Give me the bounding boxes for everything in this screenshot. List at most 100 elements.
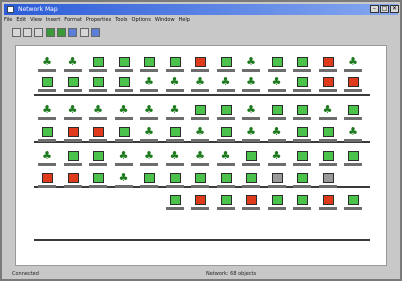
- network-node[interactable]: [267, 56, 286, 76]
- network-node[interactable]: [216, 172, 235, 192]
- menu-item-format[interactable]: Format: [64, 17, 82, 23]
- disconnect-icon[interactable]: [68, 28, 77, 37]
- network-node[interactable]: [293, 56, 311, 76]
- menu-item-properties[interactable]: Properties: [86, 17, 111, 23]
- zoom-icon[interactable]: [80, 28, 89, 37]
- network-node[interactable]: [140, 56, 158, 76]
- network-node[interactable]: ♣: [114, 150, 133, 170]
- refresh-icon[interactable]: [91, 28, 100, 37]
- print-icon[interactable]: [46, 28, 55, 37]
- new-icon[interactable]: [12, 28, 21, 37]
- network-node[interactable]: ♣: [38, 104, 56, 124]
- network-node[interactable]: [344, 104, 362, 124]
- network-node[interactable]: ♣: [114, 104, 133, 124]
- network-node[interactable]: [318, 56, 337, 76]
- network-node[interactable]: [89, 150, 107, 170]
- network-node[interactable]: ♣: [344, 56, 362, 76]
- network-node[interactable]: [318, 194, 337, 214]
- network-node[interactable]: [165, 194, 184, 214]
- network-node[interactable]: [38, 126, 56, 146]
- network-node[interactable]: ♣: [140, 104, 158, 124]
- network-node[interactable]: [242, 172, 260, 192]
- menu-item-file[interactable]: File: [4, 17, 12, 23]
- network-node[interactable]: ♣: [140, 76, 158, 96]
- network-node[interactable]: ♣: [140, 126, 158, 146]
- network-node[interactable]: ♣: [165, 104, 184, 124]
- network-node[interactable]: ♣: [89, 104, 107, 124]
- network-node[interactable]: [191, 194, 209, 214]
- network-node[interactable]: [63, 76, 82, 96]
- menu-item-tools[interactable]: Tools: [115, 17, 127, 23]
- network-node[interactable]: ♣: [242, 104, 260, 124]
- menu-item-insert[interactable]: Insert: [46, 17, 60, 23]
- network-node[interactable]: ♣: [242, 126, 260, 146]
- menu-item-window[interactable]: Window: [155, 17, 175, 23]
- network-node[interactable]: [89, 172, 107, 192]
- network-node[interactable]: [293, 104, 311, 124]
- network-node[interactable]: [114, 76, 133, 96]
- network-node[interactable]: [242, 150, 260, 170]
- network-node[interactable]: ♣: [318, 104, 337, 124]
- network-node[interactable]: [216, 56, 235, 76]
- network-node[interactable]: ♣: [63, 104, 82, 124]
- network-node[interactable]: [318, 126, 337, 146]
- network-node[interactable]: [63, 126, 82, 146]
- network-node[interactable]: ♣: [242, 76, 260, 96]
- network-node[interactable]: [89, 126, 107, 146]
- network-node[interactable]: ♣: [344, 126, 362, 146]
- network-node[interactable]: [114, 126, 133, 146]
- network-node[interactable]: ♣: [216, 76, 235, 96]
- network-node[interactable]: [216, 104, 235, 124]
- network-node[interactable]: [89, 56, 107, 76]
- network-node[interactable]: [293, 194, 311, 214]
- network-node[interactable]: [38, 76, 56, 96]
- network-node[interactable]: ♣: [267, 76, 286, 96]
- network-node[interactable]: [318, 76, 337, 96]
- network-node[interactable]: [344, 150, 362, 170]
- network-node[interactable]: ♣: [38, 56, 56, 76]
- menu-item-options[interactable]: Options: [132, 17, 151, 23]
- menu-item-view[interactable]: View: [30, 17, 42, 23]
- network-node[interactable]: [293, 126, 311, 146]
- save-icon[interactable]: [34, 28, 43, 37]
- network-node[interactable]: [293, 150, 311, 170]
- network-node[interactable]: [165, 172, 184, 192]
- network-node[interactable]: ♣: [140, 150, 158, 170]
- menu-item-help[interactable]: Help: [179, 17, 190, 23]
- network-node[interactable]: [140, 172, 158, 192]
- network-node[interactable]: ♣: [191, 126, 209, 146]
- network-node[interactable]: [293, 172, 311, 192]
- network-node[interactable]: [38, 172, 56, 192]
- network-node[interactable]: ♣: [267, 126, 286, 146]
- network-node[interactable]: [63, 150, 82, 170]
- network-node[interactable]: ♣: [165, 150, 184, 170]
- minimize-button[interactable]: –: [370, 5, 379, 13]
- network-node[interactable]: [114, 56, 133, 76]
- network-node[interactable]: [165, 126, 184, 146]
- network-node[interactable]: ♣: [114, 172, 133, 192]
- network-node[interactable]: [89, 76, 107, 96]
- network-node[interactable]: ♣: [191, 150, 209, 170]
- network-node[interactable]: ♣: [242, 56, 260, 76]
- network-node[interactable]: [344, 194, 362, 214]
- network-node[interactable]: [63, 172, 82, 192]
- network-node[interactable]: ♣: [165, 76, 184, 96]
- network-node[interactable]: [318, 150, 337, 170]
- network-node[interactable]: [191, 56, 209, 76]
- network-node[interactable]: [318, 172, 337, 192]
- network-node[interactable]: [242, 194, 260, 214]
- network-node[interactable]: ♣: [267, 150, 286, 170]
- network-node[interactable]: [165, 56, 184, 76]
- network-node[interactable]: [344, 76, 362, 96]
- menu-item-edit[interactable]: Edit: [16, 17, 26, 23]
- network-node[interactable]: ♣: [216, 150, 235, 170]
- network-node[interactable]: [267, 172, 286, 192]
- network-node[interactable]: ♣: [63, 56, 82, 76]
- connect-icon[interactable]: [57, 28, 66, 37]
- network-node[interactable]: [293, 76, 311, 96]
- network-node[interactable]: [191, 104, 209, 124]
- maximize-button[interactable]: □: [380, 5, 389, 13]
- network-node[interactable]: [216, 126, 235, 146]
- network-node[interactable]: [267, 194, 286, 214]
- open-icon[interactable]: [23, 28, 32, 37]
